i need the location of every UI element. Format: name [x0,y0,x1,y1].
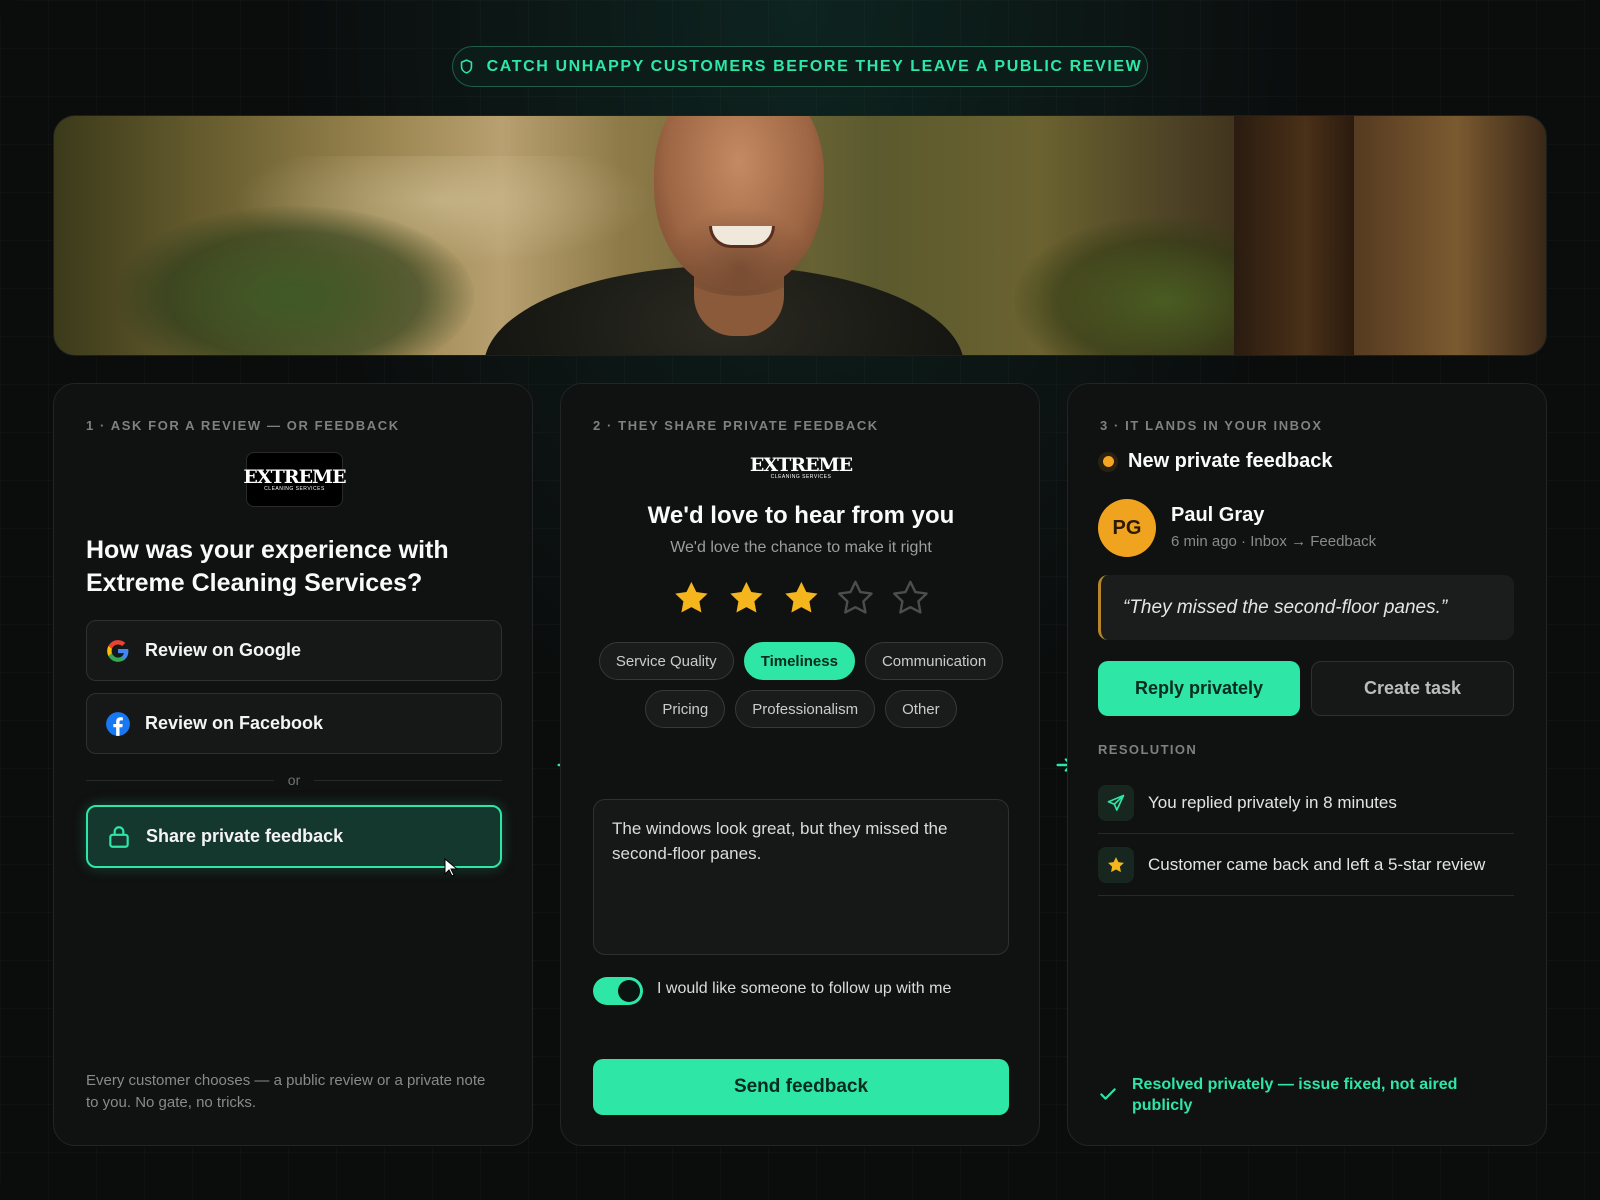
review-facebook-button[interactable]: Review on Facebook [86,693,502,754]
message-meta: 6 min ago · Inbox → Feedback [1171,533,1377,550]
google-icon [107,639,129,662]
topic-chip[interactable]: Professionalism [735,690,876,728]
resolved-status: Resolved privately — issue fixed, not ai… [1098,1074,1514,1116]
reply-privately-button[interactable]: Reply privately [1098,661,1300,716]
inbox-card: 3 · IT LANDS IN YOUR INBOX New private f… [1067,383,1547,1146]
star-filled-icon[interactable] [671,577,712,619]
lock-icon [109,825,129,848]
star-filled-icon[interactable] [726,577,767,619]
star-rating[interactable] [671,577,931,623]
choice-footnote: Every customer chooses — a public review… [86,1072,486,1111]
experience-question: How was your experience with Extreme Cle… [86,536,449,597]
check-icon [1100,1088,1116,1100]
facebook-icon [106,711,130,736]
review-google-button[interactable]: Review on Google [86,620,502,681]
topic-chip[interactable]: Service Quality [598,642,734,680]
company-logo: EXTREME CLEANING SERVICES [243,452,347,507]
followup-toggle[interactable] [593,977,643,1005]
avatar: PG [1098,499,1156,557]
feedback-subtitle: We'd love the chance to make it right [670,539,932,556]
topic-chip[interactable]: Pricing [645,690,726,728]
new-feedback-header: New private feedback [1098,450,1333,473]
star-empty-icon[interactable] [835,577,876,619]
step-label: 1 · ASK FOR A REVIEW — OR FEEDBACK [86,418,400,433]
step-label: 2 · THEY SHARE PRIVATE FEEDBACK [593,418,879,433]
star-icon [1108,856,1124,872]
topic-chip[interactable]: Timeliness [743,642,855,680]
unread-dot-icon [1098,451,1118,472]
send-feedback-button[interactable]: Send feedback [593,1059,1009,1115]
ask-review-card: 1 · ASK FOR A REVIEW — OR FEEDBACK EXTRE… [53,383,533,1146]
new-feedback-title: New private feedback [1128,450,1333,472]
topic-chip[interactable]: Communication [864,642,1004,680]
feedback-textarea[interactable]: The windows look great, but they missed … [593,799,1009,955]
star-filled-icon[interactable] [781,577,822,619]
feedback-title: We'd love to hear from you [647,502,955,529]
star-empty-icon[interactable] [890,577,931,619]
resolution-heading: RESOLUTION [1098,742,1198,757]
create-task-button[interactable]: Create task [1311,661,1514,716]
customer-name: Paul Gray [1171,504,1265,526]
topic-chip[interactable]: Other [885,690,957,728]
followup-label: I would like someone to follow up with m… [657,980,952,997]
review-google-label: Review on Google [145,640,302,660]
resolution-item: Customer came back and left a 5-star rev… [1098,834,1514,896]
share-private-feedback-button[interactable]: Share private feedback [86,805,502,868]
review-facebook-label: Review on Facebook [145,713,324,733]
company-logo: EXTREME CLEANING SERVICES [749,454,853,481]
step-label: 3 · IT LANDS IN YOUR INBOX [1100,418,1323,433]
or-divider: or [86,770,503,790]
hero-image [53,115,1547,356]
banner-text: CATCH UNHAPPY CUSTOMERS BEFORE THEY LEAV… [486,57,1143,75]
share-private-feedback-label: Share private feedback [146,826,344,846]
send-icon [1107,794,1125,811]
resolution-item: You replied privately in 8 minutes [1098,772,1514,834]
feedback-quote: “They missed the second-floor panes.” [1098,575,1514,640]
private-feedback-card: 2 · THEY SHARE PRIVATE FEEDBACK EXTREME … [560,383,1040,1146]
shield-icon [460,59,472,74]
mouse-cursor-icon [444,858,459,877]
banner-pill: CATCH UNHAPPY CUSTOMERS BEFORE THEY LEAV… [452,46,1148,87]
topic-chips: Service Quality Timeliness Communication Pr… [591,642,1011,728]
